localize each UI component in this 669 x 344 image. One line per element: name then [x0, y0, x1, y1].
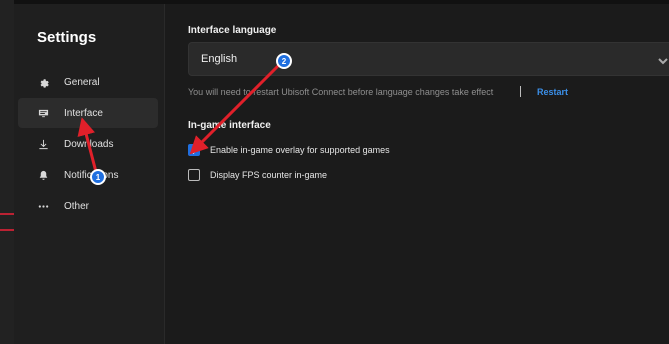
check-icon	[190, 147, 198, 154]
sidebar-item-other[interactable]: Other	[18, 191, 158, 221]
sidebar-item-label: General	[64, 76, 100, 88]
ellipsis-icon	[36, 199, 50, 213]
step-marker-1: 1	[90, 169, 106, 185]
sidebar-item-general[interactable]: General	[18, 67, 158, 97]
restart-note: You will need to restart Ubisoft Connect…	[188, 87, 494, 97]
sidebar-item-label: Other	[64, 200, 90, 212]
sidebar-title: Settings	[37, 29, 97, 46]
background-app-strip	[0, 0, 14, 344]
step-marker-2: 2	[276, 53, 292, 69]
download-icon	[36, 137, 50, 151]
gear-icon	[36, 75, 50, 89]
divider	[520, 86, 521, 97]
fps-option-row[interactable]: Display FPS counter in-game	[188, 169, 327, 181]
chevron-down-icon	[658, 53, 668, 65]
language-select-value: English	[201, 53, 238, 65]
overlay-checkbox[interactable]	[188, 144, 200, 156]
display-icon	[36, 106, 50, 120]
bell-icon	[36, 168, 50, 182]
sidebar-item-interface[interactable]: Interface	[18, 98, 158, 128]
restart-link[interactable]: Restart	[537, 87, 568, 97]
sidebar-item-label: Downloads	[64, 138, 114, 150]
sidebar-item-notifications[interactable]: Notifications	[18, 160, 158, 190]
overlay-option-label: Enable in-game overlay for supported gam…	[210, 145, 390, 155]
background-fragment	[0, 213, 14, 215]
language-select[interactable]: English	[188, 42, 669, 76]
fps-checkbox[interactable]	[188, 169, 200, 181]
ingame-interface-label: In-game interface	[188, 120, 271, 131]
background-fragment	[0, 229, 14, 231]
interface-language-label: Interface language	[188, 25, 277, 36]
settings-content: Interface language English You will need…	[165, 4, 669, 344]
sidebar-item-label: Interface	[64, 107, 103, 119]
sidebar-item-downloads[interactable]: Downloads	[18, 129, 158, 159]
overlay-option-row[interactable]: Enable in-game overlay for supported gam…	[188, 144, 390, 156]
fps-option-label: Display FPS counter in-game	[210, 170, 328, 180]
